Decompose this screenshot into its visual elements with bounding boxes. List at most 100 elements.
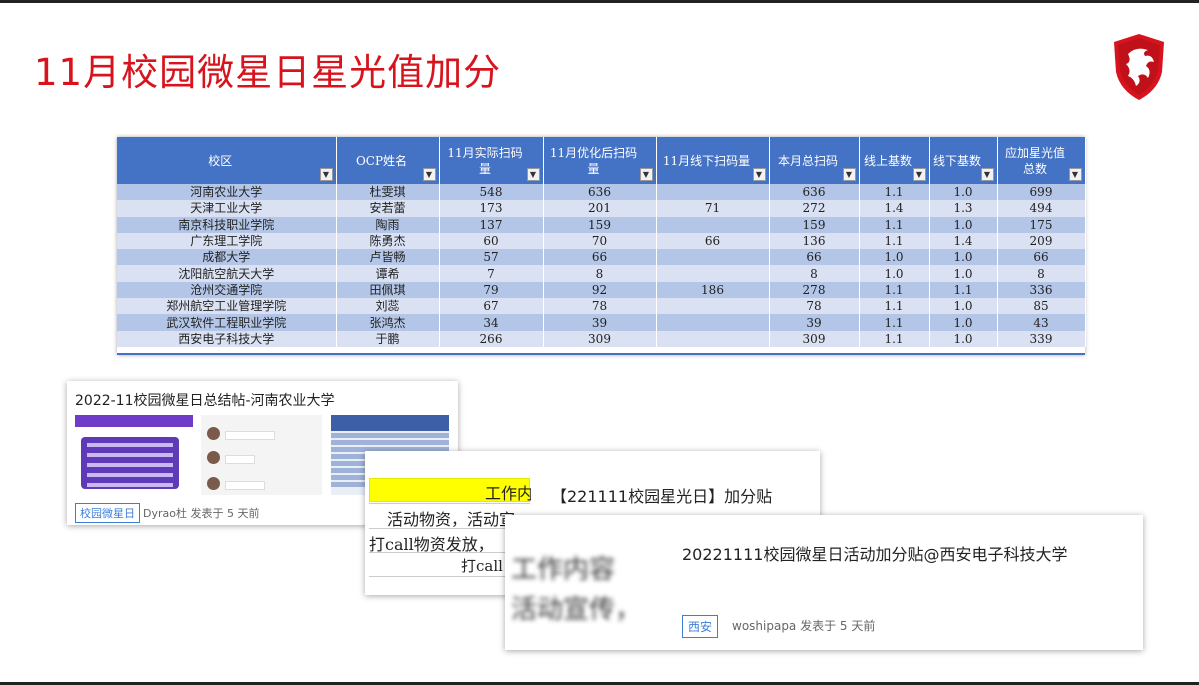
column-header[interactable]: 本月总扫码 ▼ xyxy=(769,137,860,184)
filter-dropdown-icon[interactable]: ▼ xyxy=(912,168,926,181)
table-cell[interactable]: 159 xyxy=(543,216,657,233)
table-cell[interactable]: 卢皆畅 xyxy=(336,249,440,266)
table-cell[interactable]: 278 xyxy=(769,281,860,299)
table-cell[interactable]: 8 xyxy=(769,265,860,282)
table-cell[interactable]: 636 xyxy=(769,184,860,201)
table-cell[interactable]: 沧州交通学院 xyxy=(117,281,337,299)
table-cell[interactable]: 1.3 xyxy=(929,200,998,217)
table-cell[interactable]: 494 xyxy=(997,200,1086,217)
table-cell[interactable]: 西安电子科技大学 xyxy=(117,330,337,347)
table-cell[interactable]: 173 xyxy=(439,200,544,217)
table-cell[interactable]: 1.1 xyxy=(859,232,930,250)
table-cell[interactable]: 136 xyxy=(769,232,860,250)
column-header[interactable]: 11月线下扫码量 ▼ xyxy=(656,137,770,184)
table-cell[interactable]: 1.0 xyxy=(929,265,998,282)
column-header[interactable]: 11月优化后扫码量 ▼ xyxy=(543,137,657,184)
post-card-xidian[interactable]: 工作内容 活动宣传， 20221111校园微星日活动加分贴@西安电子科技大学 西… xyxy=(505,515,1143,650)
table-cell[interactable]: 66 xyxy=(769,249,860,266)
table-cell[interactable]: 70 xyxy=(543,232,657,250)
table-cell[interactable]: 刘蕊 xyxy=(336,298,440,315)
table-cell[interactable]: 548 xyxy=(439,184,544,201)
post-tag[interactable]: 西安 xyxy=(682,615,719,638)
table-cell[interactable]: 1.1 xyxy=(859,330,930,347)
table-cell[interactable]: 1.1 xyxy=(859,184,930,201)
table-cell[interactable]: 699 xyxy=(997,184,1086,201)
table-cell[interactable]: 1.0 xyxy=(929,216,998,233)
table-cell[interactable]: 1.4 xyxy=(859,200,930,217)
table-cell[interactable]: 159 xyxy=(769,216,860,233)
table-cell[interactable]: 309 xyxy=(769,330,860,347)
post-tag[interactable]: 校园微星日 xyxy=(75,503,140,523)
table-cell[interactable]: 92 xyxy=(543,281,657,299)
table-cell[interactable]: 1.0 xyxy=(929,330,998,347)
table-cell[interactable]: 34 xyxy=(439,314,544,331)
table-cell[interactable]: 57 xyxy=(439,249,544,266)
post-title[interactable]: 【221111校园星光日】加分贴 xyxy=(551,483,772,507)
table-cell[interactable]: 66 xyxy=(997,249,1086,266)
table-cell[interactable] xyxy=(656,265,770,282)
table-cell[interactable]: 79 xyxy=(439,281,544,299)
table-cell[interactable]: 66 xyxy=(543,249,657,266)
table-cell[interactable]: 66 xyxy=(656,232,770,250)
table-cell[interactable] xyxy=(656,216,770,233)
table-cell[interactable]: 南京科技职业学院 xyxy=(117,216,337,233)
table-cell[interactable]: 309 xyxy=(543,330,657,347)
table-cell[interactable]: 137 xyxy=(439,216,544,233)
filter-dropdown-icon[interactable]: ▼ xyxy=(319,168,333,181)
table-cell[interactable]: 7 xyxy=(439,265,544,282)
table-cell[interactable]: 1.4 xyxy=(929,232,998,250)
table-cell[interactable]: 8 xyxy=(543,265,657,282)
post-title[interactable]: 2022-11校园微星日总结帖-河南农业大学 xyxy=(75,390,335,410)
table-cell[interactable]: 天津工业大学 xyxy=(117,200,337,217)
filter-dropdown-icon[interactable]: ▼ xyxy=(752,168,766,181)
table-cell[interactable]: 1.0 xyxy=(859,265,930,282)
table-cell[interactable]: 78 xyxy=(543,298,657,315)
table-cell[interactable]: 沈阳航空航天大学 xyxy=(117,265,337,282)
table-cell[interactable]: 武汉软件工程职业学院 xyxy=(117,314,337,331)
table-cell[interactable]: 8 xyxy=(997,265,1086,282)
table-cell[interactable]: 1.1 xyxy=(929,281,998,299)
table-cell[interactable]: 175 xyxy=(997,216,1086,233)
table-cell[interactable]: 成都大学 xyxy=(117,249,337,266)
table-cell[interactable]: 43 xyxy=(997,314,1086,331)
column-header[interactable]: 线下基数 ▼ xyxy=(929,137,998,184)
table-cell[interactable]: 1.0 xyxy=(929,314,998,331)
table-cell[interactable]: 78 xyxy=(769,298,860,315)
table-cell[interactable]: 安若蕾 xyxy=(336,200,440,217)
table-cell[interactable]: 266 xyxy=(439,330,544,347)
table-cell[interactable]: 张鸿杰 xyxy=(336,314,440,331)
filter-dropdown-icon[interactable]: ▼ xyxy=(1068,168,1082,181)
table-cell[interactable]: 河南农业大学 xyxy=(117,184,337,201)
table-cell[interactable]: 39 xyxy=(769,314,860,331)
table-cell[interactable]: 于鹏 xyxy=(336,330,440,347)
table-cell[interactable]: 谭希 xyxy=(336,265,440,282)
table-cell[interactable]: 1.0 xyxy=(859,249,930,266)
table-cell[interactable]: 272 xyxy=(769,200,860,217)
table-cell[interactable]: 336 xyxy=(997,281,1086,299)
table-cell[interactable]: 636 xyxy=(543,184,657,201)
table-cell[interactable] xyxy=(656,314,770,331)
table-cell[interactable]: 1.1 xyxy=(859,298,930,315)
table-cell[interactable]: 郑州航空工业管理学院 xyxy=(117,298,337,315)
table-cell[interactable]: 1.1 xyxy=(859,281,930,299)
table-cell[interactable]: 209 xyxy=(997,232,1086,250)
table-cell[interactable] xyxy=(656,184,770,201)
column-header[interactable]: OCP姓名 ▼ xyxy=(336,137,440,184)
table-cell[interactable]: 60 xyxy=(439,232,544,250)
table-cell[interactable]: 85 xyxy=(997,298,1086,315)
table-cell[interactable]: 186 xyxy=(656,281,770,299)
table-cell[interactable]: 1.1 xyxy=(859,216,930,233)
filter-dropdown-icon[interactable]: ▼ xyxy=(842,168,856,181)
table-cell[interactable]: 1.0 xyxy=(929,249,998,266)
table-cell[interactable]: 1.1 xyxy=(859,314,930,331)
table-cell[interactable]: 339 xyxy=(997,330,1086,347)
table-cell[interactable]: 39 xyxy=(543,314,657,331)
table-cell[interactable]: 1.0 xyxy=(929,184,998,201)
table-cell[interactable]: 71 xyxy=(656,200,770,217)
table-cell[interactable]: 田佩琪 xyxy=(336,281,440,299)
table-cell[interactable]: 杜雯琪 xyxy=(336,184,440,201)
filter-dropdown-icon[interactable]: ▼ xyxy=(639,168,653,181)
table-cell[interactable] xyxy=(656,330,770,347)
filter-dropdown-icon[interactable]: ▼ xyxy=(526,168,540,181)
table-cell[interactable]: 陶雨 xyxy=(336,216,440,233)
